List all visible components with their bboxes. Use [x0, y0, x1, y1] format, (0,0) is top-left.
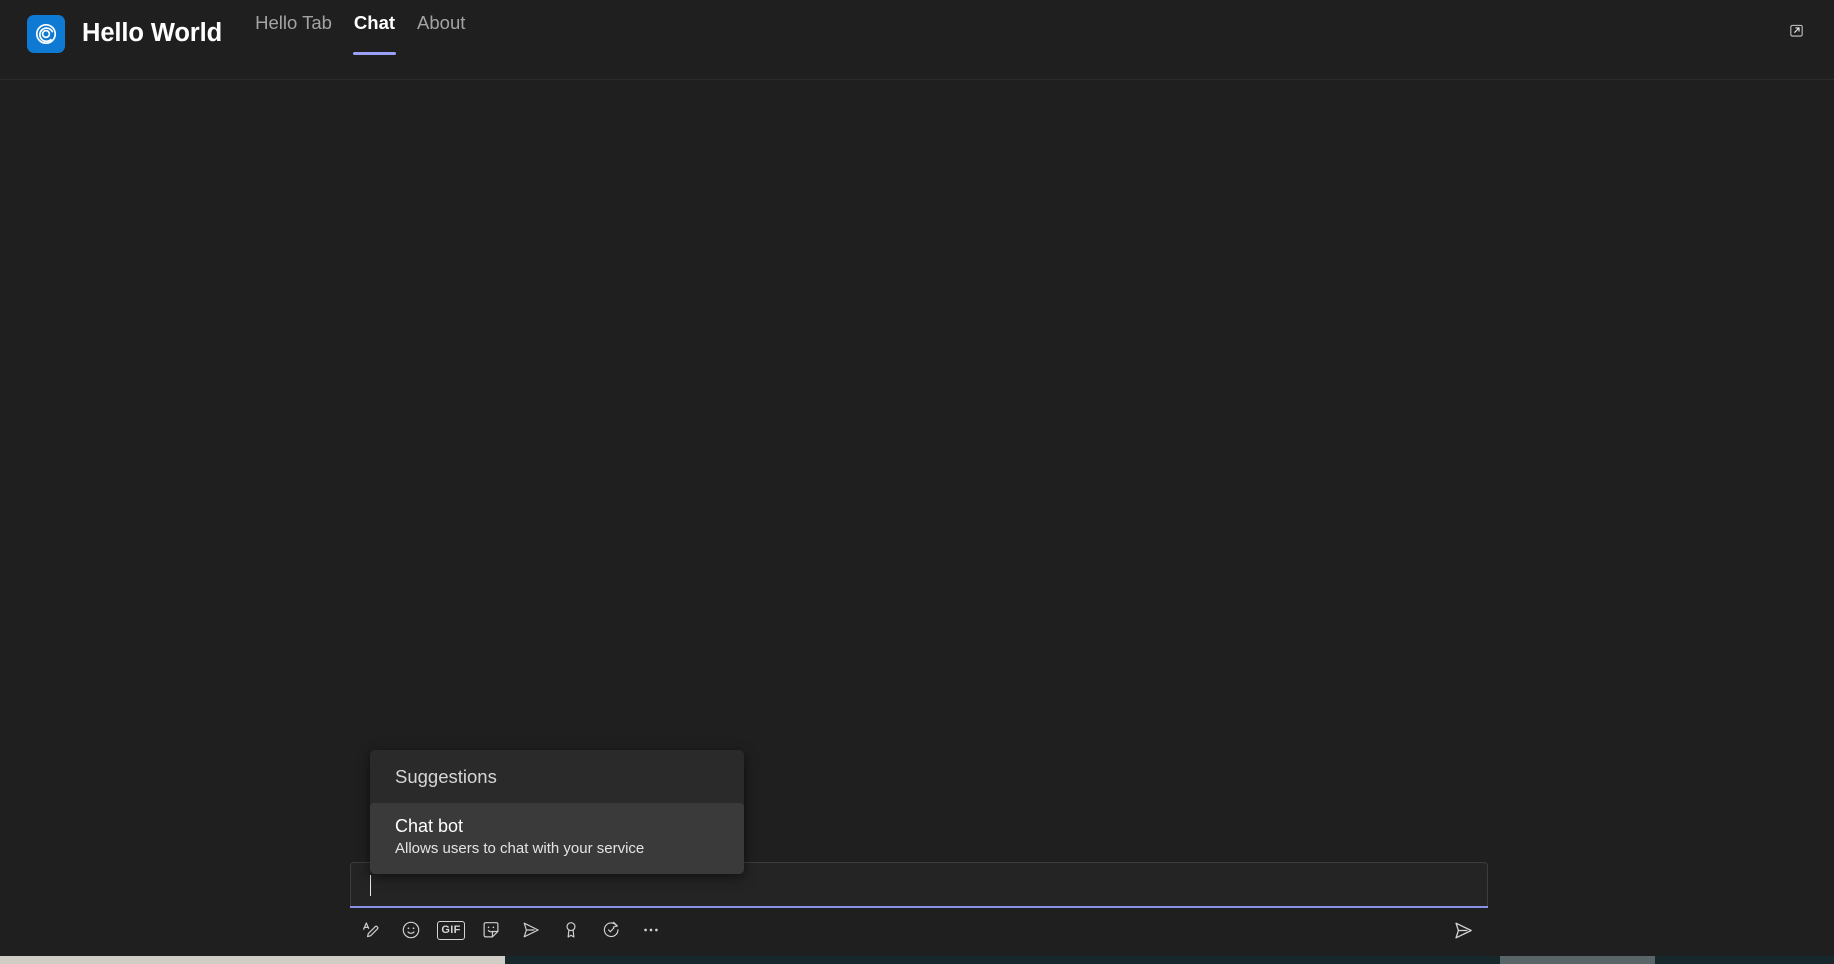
suggestion-item-chat-bot[interactable]: Chat bot Allows users to chat with your …: [370, 803, 744, 874]
compose-toolbar: GIF: [350, 906, 1488, 954]
gif-icon[interactable]: GIF: [432, 911, 470, 949]
suggestions-popup: Suggestions Chat bot Allows users to cha…: [370, 750, 744, 874]
schedule-icon[interactable]: [592, 911, 630, 949]
teams-app-window: Hello World Hello Tab Chat About Suggest…: [0, 0, 1834, 964]
send-icon[interactable]: [1444, 911, 1482, 949]
praise-icon[interactable]: [552, 911, 590, 949]
tab-hello-tab[interactable]: Hello Tab: [244, 0, 343, 34]
gif-label: GIF: [437, 920, 465, 940]
tab-bar: Hello Tab Chat About: [244, 0, 476, 69]
tab-about[interactable]: About: [406, 0, 476, 34]
chat-message-area: Suggestions Chat bot Allows users to cha…: [0, 80, 1834, 964]
app-title: Hello World: [82, 19, 223, 47]
spiral-logo-icon: [27, 14, 65, 53]
text-caret: [370, 874, 371, 896]
message-compose-area: GIF: [350, 862, 1488, 954]
horizontal-scrollbar[interactable]: [0, 956, 1834, 964]
more-options-icon[interactable]: [632, 911, 670, 949]
format-text-icon[interactable]: [352, 911, 390, 949]
open-in-new-window-icon[interactable]: [1780, 14, 1812, 46]
suggestion-item-description: Allows users to chat with your service: [395, 840, 645, 858]
horizontal-scrollbar-thumb[interactable]: [0, 956, 505, 964]
suggestions-header: Suggestions: [370, 750, 744, 804]
send-options-icon[interactable]: [512, 911, 550, 949]
app-header-right: [1780, 0, 1834, 46]
horizontal-scrollbar-secondary-thumb[interactable]: [1500, 956, 1655, 964]
app-header-left: Hello World Hello Tab Chat About: [27, 0, 476, 58]
sticker-icon[interactable]: [472, 911, 510, 949]
message-input-content[interactable]: [370, 873, 373, 897]
tab-chat[interactable]: Chat: [343, 0, 406, 56]
emoji-icon[interactable]: [392, 911, 430, 949]
suggestion-item-title: Chat bot: [395, 816, 464, 837]
app-header: Hello World Hello Tab Chat About: [0, 0, 1834, 80]
